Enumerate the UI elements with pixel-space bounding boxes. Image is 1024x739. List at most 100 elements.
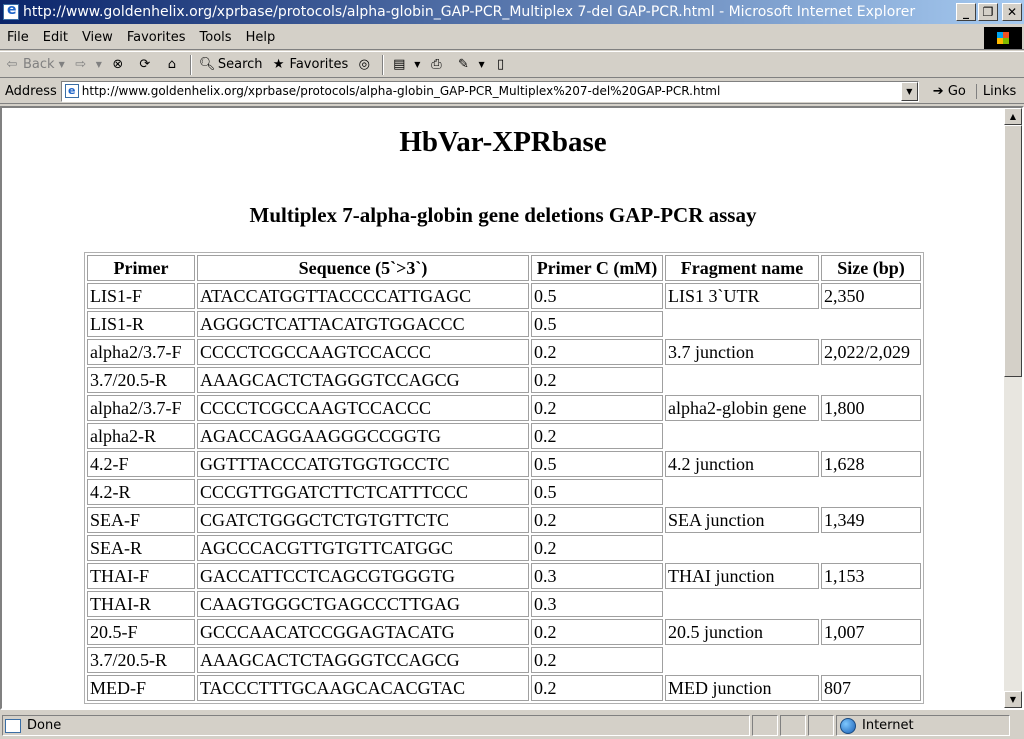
- header-primer-concentration: Primer C (mM): [531, 255, 663, 281]
- cell-concentration: 0.2: [531, 339, 663, 365]
- table-body: LIS1-F ATACCATGGTTACCCCATTGAGC 0.5 LIS1 3`U…: [87, 283, 921, 701]
- media-button[interactable]: ◎: [352, 54, 379, 76]
- ie-app-icon[interactable]: [3, 2, 19, 20]
- address-bar: Address e ▼ ➔ Go Links: [0, 79, 1024, 104]
- cell-primer: THAI-R: [87, 591, 195, 617]
- table-row: 4.2-R CCCGTTGGATCTTCTCATTTCCC 0.5: [87, 479, 921, 505]
- forward-dropdown-icon[interactable]: ▼: [96, 60, 102, 69]
- history-button[interactable]: ▤ ▼: [387, 54, 424, 76]
- globe-icon: [840, 717, 856, 734]
- discuss-button[interactable]: ▯: [489, 54, 516, 76]
- cell-primer: alpha2/3.7-F: [87, 339, 195, 365]
- table-row: SEA-F CGATCTGGGCTCTGTGTTCTC 0.2 SEA junctio…: [87, 507, 921, 533]
- table-row: 20.5-F GCCCAACATCCGGAGTACATG 0.2 20.5 junct…: [87, 619, 921, 645]
- back-dropdown-icon[interactable]: ▼: [59, 60, 65, 69]
- printer-icon: ⎙: [431, 56, 442, 72]
- cell-sequence: CCCCTCGCCAAGTCCACCC: [197, 395, 529, 421]
- cell-fragment-name: MED junction: [665, 675, 819, 701]
- vertical-scrollbar[interactable]: ▲ ▼: [1004, 108, 1022, 708]
- forward-button[interactable]: ⇨ ▼: [69, 54, 106, 76]
- favorites-button[interactable]: ★ Favorites: [267, 54, 353, 76]
- table-row: LIS1-R AGGGCTCATTACATGTGGACCC 0.5: [87, 311, 921, 337]
- edit-dropdown-icon[interactable]: ▼: [478, 60, 484, 69]
- menu-view[interactable]: View: [75, 30, 120, 45]
- cell-size: 1,007: [821, 619, 921, 645]
- menu-file[interactable]: File: [0, 30, 36, 45]
- cell-size: 1,628: [821, 451, 921, 477]
- close-button[interactable]: ✕: [1002, 3, 1022, 21]
- primer-table: Primer Sequence (5`>3`) Primer C (mM) Fr…: [84, 252, 924, 704]
- links-button[interactable]: Links: [975, 83, 1016, 99]
- search-button[interactable]: 🔍︎ Search: [195, 54, 267, 76]
- header-fragment-name: Fragment name: [665, 255, 819, 281]
- menu-bar: File Edit View Favorites Tools Help: [0, 26, 1024, 50]
- table-row: alpha2/3.7-F CCCCTCGCCAAGTCCACCC 0.2 3.7 ju…: [87, 339, 921, 365]
- history-dropdown-icon[interactable]: ▼: [414, 60, 420, 69]
- cell-size: [821, 591, 921, 617]
- cell-primer: 3.7/20.5-R: [87, 367, 195, 393]
- refresh-button[interactable]: ⟳: [133, 54, 160, 76]
- page-content: HbVar-XPRbase Multiplex 7-alpha-globin g…: [2, 108, 1004, 708]
- forward-arrow-icon: ⇨: [75, 56, 87, 72]
- cell-fragment-name: [665, 423, 819, 449]
- cell-concentration: 0.2: [531, 507, 663, 533]
- cell-size: [821, 423, 921, 449]
- scroll-down-icon[interactable]: ▼: [1004, 691, 1022, 708]
- stop-icon: ⊗: [112, 56, 124, 72]
- cell-concentration: 0.2: [531, 619, 663, 645]
- home-button[interactable]: ⌂: [160, 54, 187, 76]
- window-controls: _ ❐ ✕: [956, 3, 1022, 21]
- cell-primer: 3.7/20.5-R: [87, 647, 195, 673]
- cell-fragment-name: LIS1 3`UTR: [665, 283, 819, 309]
- cell-primer: alpha2/3.7-F: [87, 395, 195, 421]
- table-row: THAI-R CAAGTGGGCTGAGCCCTTGAG 0.3: [87, 591, 921, 617]
- cell-fragment-name: THAI junction: [665, 563, 819, 589]
- cell-primer: SEA-F: [87, 507, 195, 533]
- edit-button[interactable]: ✎ ▼: [451, 54, 488, 76]
- back-button[interactable]: ⇦ Back ▼: [0, 54, 69, 76]
- toolbar-separator: [189, 54, 192, 75]
- cell-primer: LIS1-F: [87, 283, 195, 309]
- cell-concentration: 0.3: [531, 563, 663, 589]
- cell-concentration: 0.5: [531, 479, 663, 505]
- home-icon: ⌂: [167, 56, 176, 72]
- window-title: http://www.goldenhelix.org/xprbase/proto…: [23, 4, 916, 20]
- address-box: e ▼: [60, 80, 919, 102]
- maximize-button[interactable]: ❐: [978, 3, 998, 21]
- cell-fragment-name: 20.5 junction: [665, 619, 819, 645]
- media-icon: ◎: [358, 56, 370, 72]
- menu-help[interactable]: Help: [239, 30, 283, 45]
- go-button[interactable]: ➔ Go: [933, 84, 966, 99]
- status-text: Done: [27, 718, 62, 733]
- table-row: alpha2-R AGACCAGGAAGGGCCGGTG 0.2: [87, 423, 921, 449]
- favorites-label: Favorites: [289, 57, 349, 72]
- stop-button[interactable]: ⊗: [106, 54, 133, 76]
- cell-size: 2,350: [821, 283, 921, 309]
- menu-edit[interactable]: Edit: [36, 30, 75, 45]
- site-title: HbVar-XPRbase: [399, 126, 607, 158]
- menu-favorites[interactable]: Favorites: [120, 30, 193, 45]
- print-button[interactable]: ⎙: [424, 54, 451, 76]
- cell-fragment-name: [665, 535, 819, 561]
- minimize-button[interactable]: _: [956, 3, 976, 21]
- go-arrow-icon: ➔: [932, 83, 948, 99]
- address-dropdown-icon[interactable]: ▼: [900, 81, 918, 101]
- cell-sequence: GCCCAACATCCGGAGTACATG: [197, 619, 529, 645]
- table-header-row: Primer Sequence (5`>3`) Primer C (mM) Fr…: [87, 255, 921, 281]
- cell-sequence: AAAGCACTCTAGGGTCCAGCG: [197, 367, 529, 393]
- cell-sequence: TACCCTTTGCAAGCACACGTAC: [197, 675, 529, 701]
- cell-concentration: 0.2: [531, 675, 663, 701]
- address-input[interactable]: [81, 84, 902, 98]
- cell-size: [821, 535, 921, 561]
- cell-sequence: AGCCCACGTTGTGTTCATGGC: [197, 535, 529, 561]
- cell-fragment-name: [665, 591, 819, 617]
- cell-concentration: 0.2: [531, 647, 663, 673]
- menu-tools[interactable]: Tools: [193, 30, 239, 45]
- toolbar-separator: [382, 54, 385, 75]
- cell-sequence: CCCGTTGGATCTTCTCATTTCCC: [197, 479, 529, 505]
- scroll-up-icon[interactable]: ▲: [1004, 108, 1022, 125]
- scroll-thumb[interactable]: [1004, 125, 1022, 377]
- search-label: Search: [217, 57, 263, 72]
- table-row: THAI-F GACCATTCCTCAGCGTGGGTG 0.3 THAI junct…: [87, 563, 921, 589]
- cell-primer: 20.5-F: [87, 619, 195, 645]
